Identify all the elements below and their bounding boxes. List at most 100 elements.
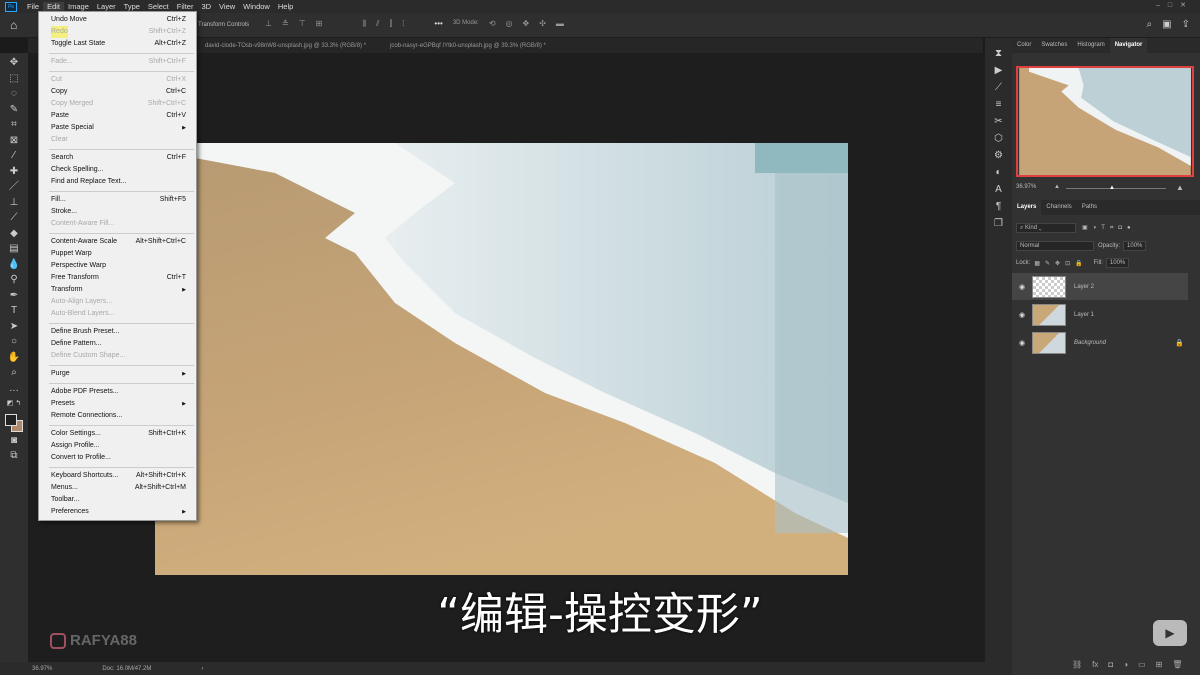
menu-item-auto-blend-layers[interactable]: Auto-Blend Layers... — [39, 308, 196, 320]
menu-3d[interactable]: 3D — [197, 2, 215, 11]
menu-item-find-and-replace-text[interactable]: Find and Replace Text... — [39, 176, 196, 188]
filter-icons[interactable]: ▣◑T⌗◘● — [1082, 224, 1136, 232]
menu-filter[interactable]: Filter — [173, 2, 198, 11]
menu-item-content-aware-fill[interactable]: Content-Aware Fill... — [39, 218, 196, 230]
eyedropper-tool-icon[interactable]: ⁄ — [13, 149, 15, 164]
menu-edit[interactable]: Edit — [43, 2, 64, 11]
menu-item-define-custom-shape[interactable]: Define Custom Shape... — [39, 350, 196, 362]
home-icon[interactable]: ⌂ — [10, 18, 17, 32]
swap-colors-icon[interactable]: ◩ ↰ — [7, 397, 21, 412]
menu-item-preferences[interactable]: Preferences▶ — [39, 506, 196, 518]
share-icon[interactable]: ⇪ — [1182, 19, 1190, 30]
visibility-eye-icon[interactable]: ◉ — [1012, 339, 1032, 347]
zoom-slider[interactable] — [1066, 188, 1166, 189]
menu-view[interactable]: View — [215, 2, 239, 11]
zoom-out-icon[interactable]: ▲ — [1054, 184, 1060, 190]
paragraph-icon[interactable]: ¶ — [996, 201, 1001, 212]
search-icon[interactable]: ⌕ — [1147, 19, 1153, 30]
menu-item-copy-merged[interactable]: Copy MergedShift+Ctrl+C — [39, 98, 196, 110]
menu-select[interactable]: Select — [144, 2, 173, 11]
align-icons[interactable]: ⊥≛⊤⊞⫼⫽⫿⁞•••3D Mode:⟲◎✥✣▬ — [265, 19, 564, 29]
crop-tool-icon[interactable]: ⌗ — [11, 118, 17, 133]
history-icon[interactable]: ⧗ — [995, 48, 1002, 59]
menu-item-purge[interactable]: Purge▶ — [39, 368, 196, 380]
tab-paths[interactable]: Paths — [1077, 200, 1102, 215]
tab-layers[interactable]: Layers — [1012, 200, 1041, 215]
menu-item-convert-to-profile[interactable]: Convert to Profile... — [39, 452, 196, 464]
quick-mask-icon[interactable]: ◙ — [11, 434, 17, 449]
marquee-tool-icon[interactable]: ⬚ — [9, 72, 18, 87]
blend-mode-select[interactable]: Normal — [1016, 241, 1094, 251]
zoom-slider-knob[interactable]: ▲ — [1109, 185, 1115, 191]
navigator-zoom-value[interactable]: 36.97% — [1016, 184, 1036, 190]
menu-item-adobe-pdf-presets[interactable]: Adobe PDF Presets... — [39, 386, 196, 398]
lock-icons[interactable]: ▦✎✥⊡🔒 — [1034, 260, 1087, 267]
status-zoom[interactable]: 36.97% — [32, 666, 52, 672]
frame-tool-icon[interactable]: ⊠ — [10, 134, 18, 149]
properties-icon[interactable]: ⚙ — [994, 150, 1003, 161]
layer-name[interactable]: Background — [1074, 340, 1106, 346]
more-tools-icon[interactable]: … — [9, 382, 19, 397]
history-brush-icon[interactable]: ⟋ — [11, 211, 18, 226]
menu-item-clear[interactable]: Clear — [39, 134, 196, 146]
workspace-icon[interactable]: ▣ — [1162, 19, 1171, 30]
menu-item-keyboard-shortcuts[interactable]: Keyboard Shortcuts...Alt+Shift+Ctrl+K — [39, 470, 196, 482]
gradient-tool-icon[interactable]: ▤ — [9, 242, 18, 257]
pen-tool-icon[interactable]: ✒ — [10, 289, 18, 304]
move-tool-icon[interactable]: ✥ — [10, 56, 18, 71]
menu-item-define-brush-preset[interactable]: Define Brush Preset... — [39, 326, 196, 338]
tab-swatches[interactable]: Swatches — [1036, 38, 1072, 53]
menu-help[interactable]: Help — [274, 2, 297, 11]
layers-bottom-icons[interactable]: ⛓fx◘◑▭⊞🗑 — [1072, 660, 1183, 669]
tools-icon[interactable]: ✂ — [994, 116, 1002, 127]
3d-icon[interactable]: ⬡ — [994, 133, 1003, 144]
visibility-eye-icon[interactable]: ◉ — [1012, 283, 1032, 291]
menu-window[interactable]: Window — [239, 2, 274, 11]
quick-select-tool-icon[interactable]: ✎ — [10, 103, 18, 118]
status-doc-size[interactable]: Doc: 16.0M/47.2M — [102, 666, 151, 672]
play-icon[interactable]: ▶ — [995, 65, 1003, 76]
tab-histogram[interactable]: Histogram — [1072, 38, 1109, 53]
stamp-tool-icon[interactable]: ⊥ — [10, 196, 19, 211]
tab-channels[interactable]: Channels — [1041, 200, 1076, 215]
lock-icon[interactable]: 🔒 — [1175, 339, 1184, 347]
tab-navigator[interactable]: Navigator — [1110, 38, 1148, 53]
menu-item-toolbar[interactable]: Toolbar... — [39, 494, 196, 506]
navigator-preview[interactable] — [1016, 66, 1194, 177]
filter-kind-select[interactable]: ⌕ Kind ⌄ — [1016, 223, 1076, 233]
menu-item-fill[interactable]: Fill...Shift+F5 — [39, 194, 196, 206]
menu-item-search[interactable]: SearchCtrl+F — [39, 152, 196, 164]
layer-name[interactable]: Layer 2 — [1074, 284, 1094, 290]
menu-item-puppet-warp[interactable]: Puppet Warp — [39, 248, 196, 260]
menu-item-toggle-last-state[interactable]: Toggle Last StateAlt+Ctrl+Z — [39, 38, 196, 50]
layers-icon[interactable]: ❐ — [994, 218, 1003, 229]
menu-item-paste-special[interactable]: Paste Special▶ — [39, 122, 196, 134]
layer-row[interactable]: ◉ Layer 2 — [1012, 273, 1188, 300]
menu-item-undo-move[interactable]: Undo MoveCtrl+Z — [39, 14, 196, 26]
hand-tool-icon[interactable]: ✋ — [8, 351, 20, 366]
menu-item-menus[interactable]: Menus...Alt+Shift+Ctrl+M — [39, 482, 196, 494]
layer-row[interactable]: ◉ Layer 1 — [1012, 301, 1188, 328]
menu-layer[interactable]: Layer — [93, 2, 120, 11]
layer-row[interactable]: ◉ Background 🔒 — [1012, 329, 1188, 356]
type-tool-icon[interactable]: T — [11, 304, 17, 319]
menu-item-copy[interactable]: CopyCtrl+C — [39, 86, 196, 98]
menu-item-redo[interactable]: RedoShift+Ctrl+Z — [39, 26, 196, 38]
visibility-eye-icon[interactable]: ◉ — [1012, 311, 1032, 319]
layer-name[interactable]: Layer 1 — [1074, 312, 1094, 318]
zoom-in-icon[interactable]: ▲ — [1176, 183, 1184, 192]
menu-item-remote-connections[interactable]: Remote Connections... — [39, 410, 196, 422]
menu-item-stroke[interactable]: Stroke... — [39, 206, 196, 218]
shape-tool-icon[interactable]: ○ — [11, 335, 17, 350]
healing-tool-icon[interactable]: ✚ — [10, 165, 18, 180]
opacity-field[interactable]: 100% — [1123, 241, 1146, 251]
menu-item-assign-profile[interactable]: Assign Profile... — [39, 440, 196, 452]
menu-item-check-spelling[interactable]: Check Spelling... — [39, 164, 196, 176]
color-icon[interactable]: ◐ — [995, 167, 1001, 178]
menu-item-presets[interactable]: Presets▶ — [39, 398, 196, 410]
tab-color[interactable]: Color — [1012, 38, 1036, 53]
menu-item-free-transform[interactable]: Free TransformCtrl+T — [39, 272, 196, 284]
menu-item-content-aware-scale[interactable]: Content-Aware ScaleAlt+Shift+Ctrl+C — [39, 236, 196, 248]
status-arrow-icon[interactable]: › — [201, 666, 203, 672]
eraser-tool-icon[interactable]: ◆ — [10, 227, 18, 242]
